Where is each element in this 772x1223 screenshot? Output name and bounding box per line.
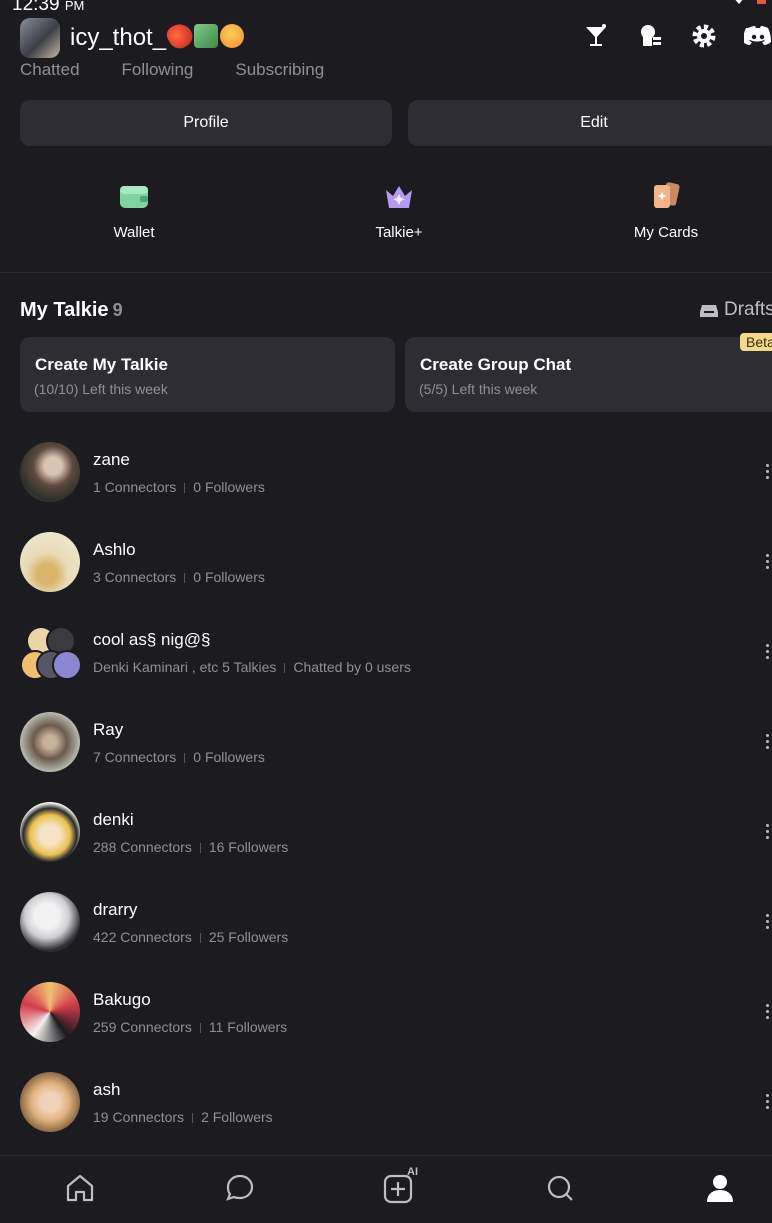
- talkie-avatar: [20, 442, 80, 502]
- hot-face-emoji: [220, 24, 245, 48]
- talkie-name: zane: [93, 450, 130, 469]
- settings-gear-icon[interactable]: [690, 22, 718, 50]
- drafts-link[interactable]: Drafts: [700, 299, 772, 321]
- spirit-icon[interactable]: [636, 22, 664, 50]
- badge-cup-icon[interactable]: [582, 22, 610, 50]
- section-divider: [0, 272, 772, 273]
- talkie-avatar: [20, 1072, 80, 1132]
- my-talkie-heading: My Talkie 9: [20, 299, 123, 321]
- talkie-name: Ray: [93, 720, 124, 739]
- chili-pepper-emoji: [163, 19, 197, 53]
- username: icy_thot_: [70, 19, 245, 53]
- more-options-icon[interactable]: [766, 914, 770, 932]
- talkie-row[interactable]: denki 288 Connectors 16 Followers: [0, 802, 772, 892]
- talkie-avatar: [20, 532, 80, 592]
- cards-icon: [654, 182, 680, 208]
- more-options-icon[interactable]: [766, 1004, 770, 1022]
- tab-chatted[interactable]: Chatted: [20, 60, 80, 80]
- talkie-row[interactable]: zane 1 Connectors 0 Followers: [0, 442, 772, 532]
- create-group-chat-quota: (5/5) Left this week: [419, 381, 538, 397]
- talkie-name: Bakugo: [93, 990, 151, 1009]
- talkie-stats: 1 Connectors 0 Followers: [93, 479, 265, 495]
- more-options-icon[interactable]: [766, 644, 770, 662]
- home-icon[interactable]: [64, 1172, 96, 1204]
- profile-avatar[interactable]: [20, 18, 60, 58]
- crown-icon: [386, 186, 412, 208]
- status-time: 12:39 PM: [12, 0, 85, 15]
- create-group-chat-title: Create Group Chat: [420, 355, 572, 374]
- talkie-stats: 7 Connectors 0 Followers: [93, 749, 265, 765]
- search-icon[interactable]: [544, 1172, 576, 1204]
- more-options-icon[interactable]: [766, 734, 770, 752]
- talkie-avatar: [20, 802, 80, 862]
- create-my-talkie-card[interactable]: Create My Talkie (10/10) Left this week: [20, 337, 395, 412]
- chat-bubble-icon[interactable]: [224, 1172, 256, 1204]
- beta-badge: Beta: [740, 333, 772, 351]
- talkie-stats: 422 Connectors 25 Followers: [93, 929, 289, 945]
- wallet-icon: [120, 186, 148, 208]
- talkie-name: cool as§ nig@§: [93, 630, 211, 649]
- profile-tabs: Chatted Following Subscribing: [20, 60, 324, 80]
- tab-following[interactable]: Following: [122, 60, 194, 80]
- bottom-navigation: AI: [0, 1155, 772, 1223]
- talkie-stats: 19 Connectors 2 Followers: [93, 1109, 273, 1125]
- talkie-plus-label: Talkie+: [375, 224, 423, 241]
- create-ai-button[interactable]: AI: [383, 1166, 423, 1204]
- talkie-stats: 3 Connectors 0 Followers: [93, 569, 265, 585]
- profile-person-icon[interactable]: [704, 1172, 736, 1204]
- talkie-plus-action[interactable]: Talkie+: [339, 180, 459, 241]
- talkie-avatar: [20, 712, 80, 772]
- talkie-stats: Denki Kaminari , etc 5 Talkies Chatted by…: [93, 659, 411, 675]
- talkie-name: Ashlo: [93, 540, 136, 559]
- status-icons: [731, 0, 766, 4]
- talkie-row[interactable]: ash 19 Connectors 2 Followers: [0, 1072, 772, 1162]
- my-cards-action[interactable]: My Cards: [606, 180, 726, 241]
- talkie-avatar: [20, 892, 80, 952]
- create-group-chat-card[interactable]: Create Group Chat (5/5) Left this week: [405, 337, 772, 412]
- profile-button[interactable]: Profile: [20, 100, 392, 146]
- talkie-stats: 288 Connectors 16 Followers: [93, 839, 289, 855]
- talkie-row[interactable]: Bakugo 259 Connectors 11 Followers: [0, 982, 772, 1072]
- ai-label: AI: [407, 1166, 418, 1178]
- talkie-row[interactable]: cool as§ nig@§ Denki Kaminari , etc 5 Ta…: [0, 622, 772, 712]
- wallet-label: Wallet: [113, 224, 155, 241]
- talkie-name: drarry: [93, 900, 138, 919]
- more-options-icon[interactable]: [766, 464, 770, 482]
- create-my-talkie-title: Create My Talkie: [35, 355, 168, 374]
- talkie-row[interactable]: drarry 422 Connectors 25 Followers: [0, 892, 772, 982]
- discord-icon[interactable]: [744, 22, 772, 50]
- more-options-icon[interactable]: [766, 1094, 770, 1112]
- wifi-icon: [731, 0, 747, 4]
- header-actions: [582, 22, 772, 50]
- my-cards-label: My Cards: [633, 224, 699, 241]
- talkie-name: denki: [93, 810, 134, 829]
- talkie-stats: 259 Connectors 11 Followers: [93, 1019, 288, 1035]
- more-options-icon[interactable]: [766, 824, 770, 842]
- wallet-action[interactable]: Wallet: [74, 180, 194, 241]
- talkie-row[interactable]: Ashlo 3 Connectors 0 Followers: [0, 532, 772, 622]
- talkie-name: ash: [93, 1080, 121, 1099]
- talkie-avatar: [20, 982, 80, 1042]
- money-wings-emoji: [194, 24, 219, 48]
- tab-subscribing[interactable]: Subscribing: [235, 60, 324, 80]
- group-avatar: [20, 622, 82, 682]
- battery-icon: [757, 0, 766, 4]
- edit-button[interactable]: Edit: [408, 100, 772, 146]
- inbox-icon: [700, 305, 718, 317]
- talkie-row[interactable]: Ray 7 Connectors 0 Followers: [0, 712, 772, 802]
- more-options-icon[interactable]: [766, 554, 770, 572]
- create-my-talkie-quota: (10/10) Left this week: [34, 381, 168, 397]
